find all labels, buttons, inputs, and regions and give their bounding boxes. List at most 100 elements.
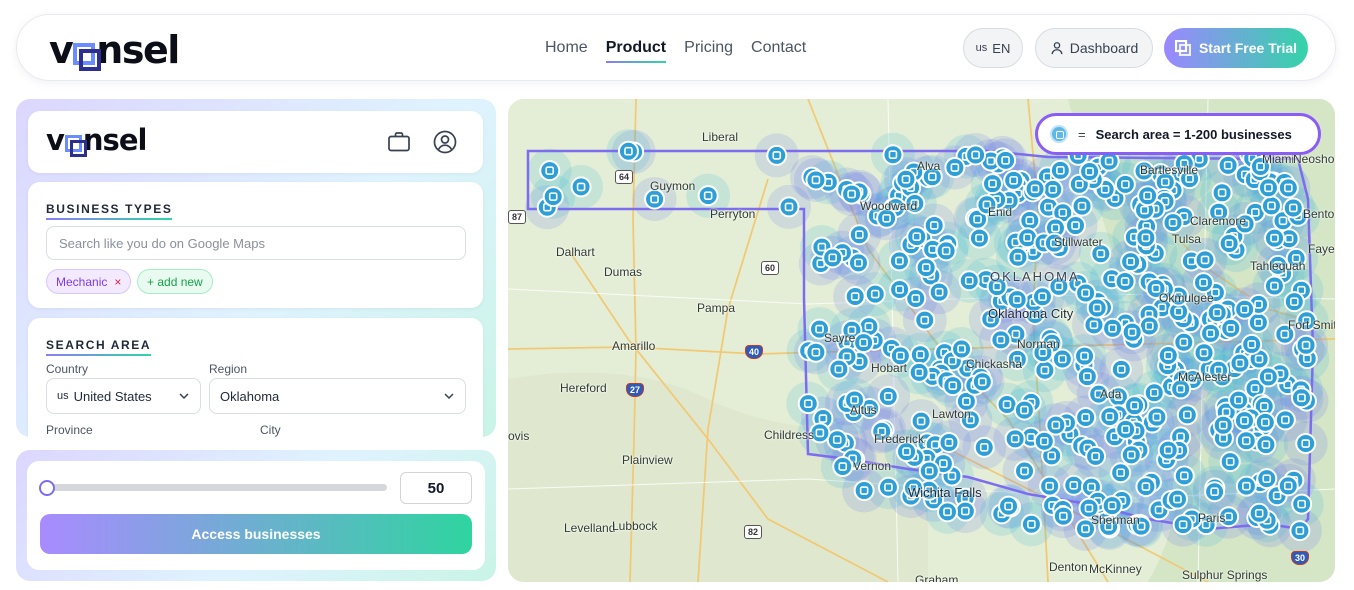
search-area-pin-icon[interactable] [1065,215,1087,237]
search-area-pin-icon[interactable] [1099,406,1121,428]
search-area-pin-icon[interactable] [1079,161,1101,183]
search-area-pin-icon[interactable] [1295,433,1317,455]
search-area-pin-icon[interactable] [1173,331,1195,353]
search-area-pin-icon[interactable] [1255,434,1277,456]
search-area-pin-icon[interactable] [1074,345,1096,367]
search-area-pin-icon[interactable] [828,358,850,380]
search-area-pin-icon[interactable] [936,501,958,523]
search-area-pin-icon[interactable] [1115,418,1137,440]
search-area-pin-icon[interactable] [617,140,639,162]
search-area-pin-icon[interactable] [1110,358,1132,380]
search-area-pin-icon[interactable] [697,185,719,207]
region-select[interactable]: Oklahoma [209,378,466,414]
nav-contact-link[interactable]: Contact [751,39,806,63]
radius-value-input[interactable]: 50 [400,472,472,504]
search-area-pin-icon[interactable] [998,495,1020,517]
search-area-pin-icon[interactable] [1146,406,1168,428]
search-area-pin-icon[interactable] [1003,169,1025,191]
search-area-pin-icon[interactable] [1254,411,1276,433]
search-area-pin-icon[interactable] [1014,460,1036,482]
country-select[interactable]: us United States [46,378,201,414]
search-area-pin-icon[interactable] [1120,444,1142,466]
search-area-pin-icon[interactable] [805,169,827,191]
search-area-pin-icon[interactable] [1162,212,1184,234]
search-area-pin-icon[interactable] [1291,493,1313,515]
search-area-pin-icon[interactable] [1200,322,1222,344]
search-area-pin-icon[interactable] [542,186,564,208]
search-area-pin-icon[interactable] [1024,178,1046,200]
search-area-pin-icon[interactable] [826,429,848,451]
search-area-pin-icon[interactable] [847,252,869,274]
search-area-pin-icon[interactable] [570,176,592,198]
search-area-pin-icon[interactable] [1086,297,1108,319]
search-area-pin-icon[interactable] [1114,173,1136,195]
search-area-pin-icon[interactable] [1212,414,1234,436]
search-area-pin-icon[interactable] [1157,345,1179,367]
search-area-pin-icon[interactable] [938,431,960,453]
remove-chip-icon[interactable]: × [114,275,121,289]
search-area-pin-icon[interactable] [990,329,1012,351]
search-area-pin-icon[interactable] [954,500,976,522]
search-area-pin-icon[interactable] [1052,505,1074,527]
search-area-pin-icon[interactable] [1172,514,1194,536]
search-area-pin-icon[interactable] [935,240,957,262]
search-area-pin-icon[interactable] [841,183,863,205]
search-area-pin-icon[interactable] [877,476,899,498]
business-type-search-input[interactable] [46,226,466,260]
search-area-pin-icon[interactable] [853,332,875,354]
search-area-pin-icon[interactable] [1229,352,1251,374]
search-area-pin-icon[interactable] [822,247,844,269]
search-area-pin-icon[interactable] [958,270,980,292]
search-area-pin-icon[interactable] [1274,409,1296,431]
search-area-pin-icon[interactable] [1138,315,1160,337]
radius-slider-thumb[interactable] [39,480,55,496]
search-area-pin-icon[interactable] [944,157,966,179]
search-area-pin-icon[interactable] [1277,177,1299,199]
search-area-pin-icon[interactable] [1143,382,1165,404]
start-free-trial-button[interactable]: Start Free Trial [1164,28,1308,68]
search-area-pin-icon[interactable] [877,385,899,407]
search-area-pin-icon[interactable] [1228,389,1250,411]
nav-pricing-link[interactable]: Pricing [684,39,733,63]
search-area-pin-icon[interactable] [1034,359,1056,381]
search-area-pin-icon[interactable] [1260,195,1282,217]
search-area-pin-icon[interactable] [1124,395,1146,417]
search-area-pin-icon[interactable] [539,160,561,182]
add-business-type-button[interactable]: + add new [137,269,213,294]
search-area-pin-icon[interactable] [844,286,866,308]
search-area-pin-icon[interactable] [766,144,788,166]
search-area-pin-icon[interactable] [1049,159,1071,181]
search-area-pin-icon[interactable] [910,410,932,432]
search-area-pin-icon[interactable] [778,196,800,218]
search-area-pin-icon[interactable] [1193,342,1215,364]
search-area-pin-icon[interactable] [1102,317,1124,339]
search-area-pin-icon[interactable] [1004,428,1026,450]
search-area-pin-icon[interactable] [982,173,1004,195]
search-area-pin-icon[interactable] [1193,272,1215,294]
search-area-pin-icon[interactable] [1264,227,1286,249]
search-area-pin-icon[interactable] [942,375,964,397]
search-area-pin-icon[interactable] [1039,475,1061,497]
search-area-pin-icon[interactable] [889,278,911,300]
search-area-pin-icon[interactable] [996,393,1018,415]
search-area-pin-icon[interactable] [965,144,987,166]
search-area-pin-icon[interactable] [1204,481,1226,503]
radius-slider-track[interactable] [43,484,387,491]
search-area-pin-icon[interactable] [853,480,875,502]
map-view[interactable]: Liberal Guymon Perryton Dalhart Dumas Pa… [508,99,1335,582]
search-area-pin-icon[interactable] [1120,251,1142,273]
search-area-pin-icon[interactable] [1137,185,1159,207]
search-area-pin-icon[interactable] [848,224,870,246]
search-area-pin-icon[interactable] [915,257,937,279]
briefcase-icon[interactable] [386,129,412,155]
search-area-pin-icon[interactable] [1263,275,1285,297]
search-area-pin-icon[interactable] [1233,410,1255,432]
search-area-pin-icon[interactable] [1241,333,1263,355]
search-area-pin-icon[interactable] [1206,302,1228,324]
search-area-pin-icon[interactable] [1042,178,1064,200]
search-area-pin-icon[interactable] [1110,462,1132,484]
search-area-pin-icon[interactable] [1234,298,1256,320]
search-area-pin-icon[interactable] [1257,366,1279,388]
search-area-pin-icon[interactable] [1235,430,1257,452]
search-area-pin-icon[interactable] [1289,520,1311,542]
